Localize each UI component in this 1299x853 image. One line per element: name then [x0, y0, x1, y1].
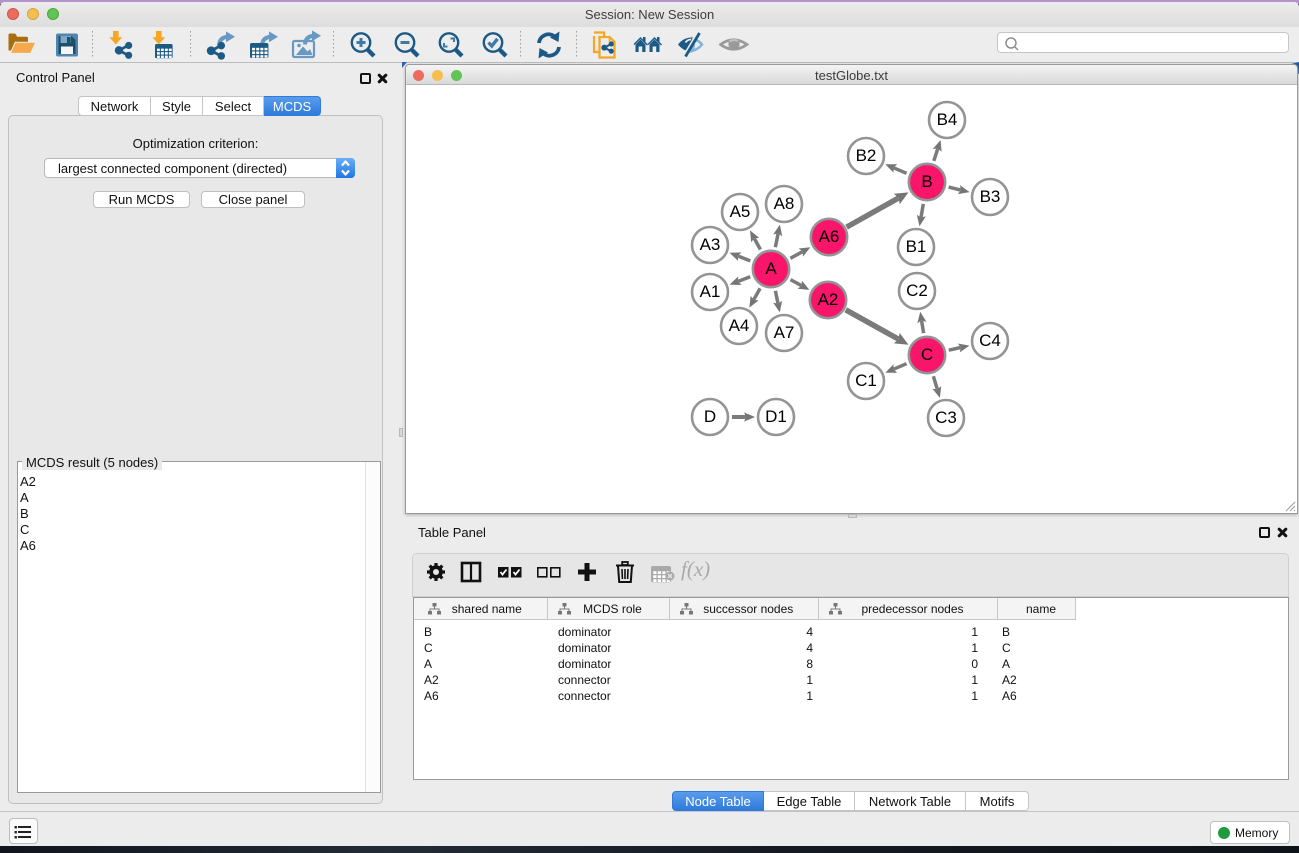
svg-text:A3: A3	[700, 235, 721, 254]
svg-text:A4: A4	[729, 316, 750, 335]
svg-text:C1: C1	[855, 371, 877, 390]
svg-text:C: C	[921, 345, 933, 364]
svg-text:A7: A7	[774, 323, 795, 342]
svg-text:B3: B3	[980, 187, 1001, 206]
svg-text:B4: B4	[937, 110, 958, 129]
svg-text:C4: C4	[979, 331, 1001, 350]
svg-text:A2: A2	[818, 290, 839, 309]
svg-text:A: A	[765, 259, 777, 278]
svg-text:D1: D1	[765, 407, 787, 426]
svg-text:A6: A6	[819, 227, 840, 246]
svg-text:A8: A8	[774, 194, 795, 213]
svg-text:B1: B1	[906, 237, 927, 256]
svg-text:A5: A5	[730, 202, 751, 221]
svg-text:C2: C2	[906, 281, 928, 300]
svg-text:B: B	[921, 172, 932, 191]
svg-text:A1: A1	[700, 282, 721, 301]
svg-text:D: D	[704, 407, 716, 426]
svg-text:B2: B2	[856, 146, 877, 165]
svg-text:C3: C3	[935, 408, 957, 427]
